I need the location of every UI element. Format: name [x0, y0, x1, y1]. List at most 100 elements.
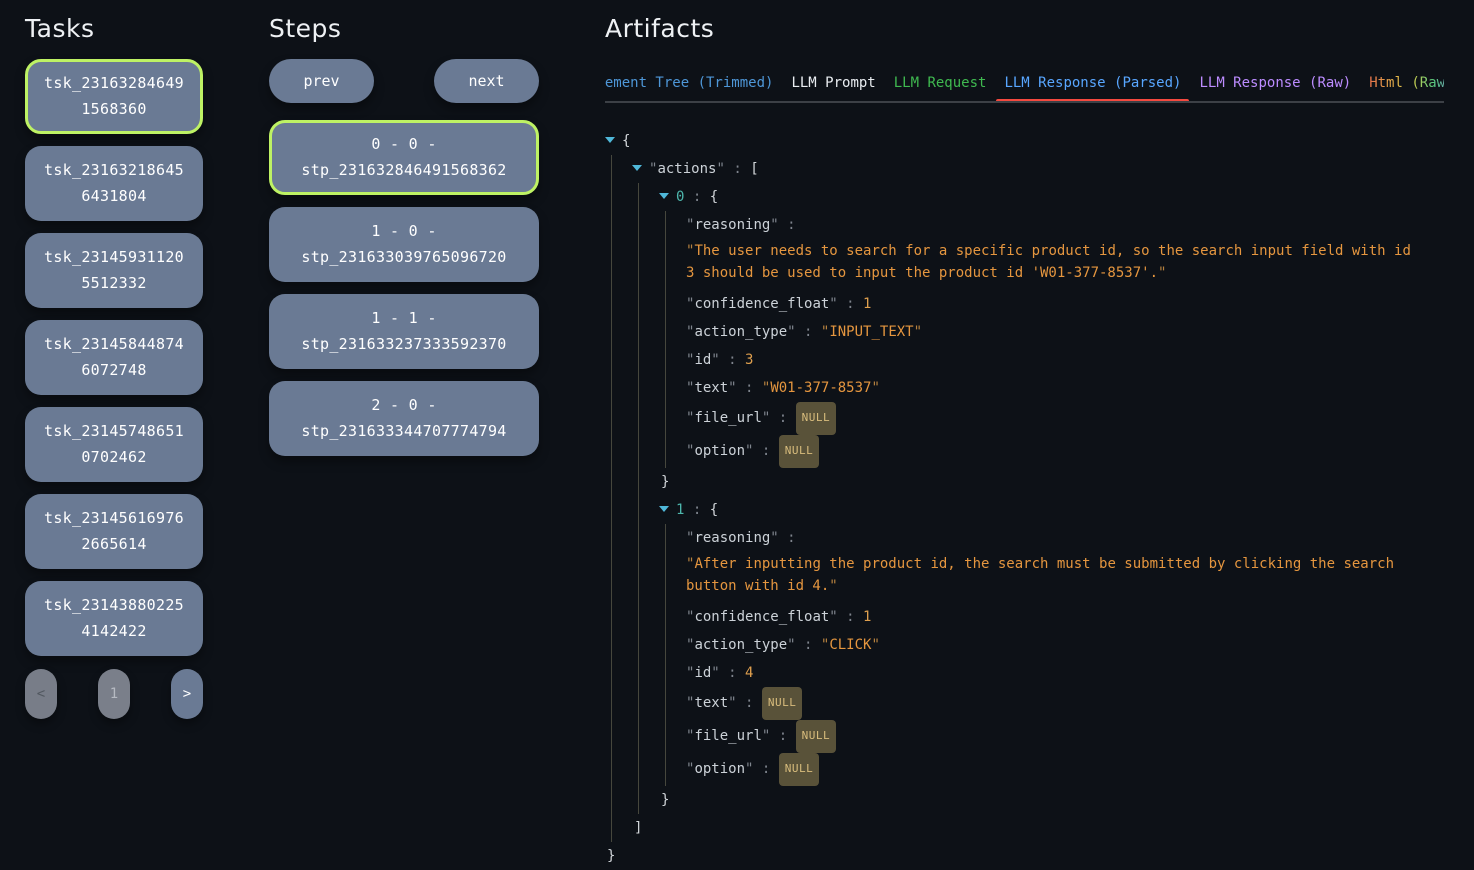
json-token: : — [753, 761, 778, 777]
json-key: id — [694, 352, 711, 368]
tab-element-tree-trimmed[interactable]: Element Tree (Trimmed) — [605, 67, 782, 101]
null-badge: NULL — [796, 720, 837, 753]
json-string-value: CLICK — [829, 637, 871, 653]
steps-next-button[interactable]: next — [434, 59, 539, 103]
pagination-page-button[interactable]: 1 — [98, 669, 130, 719]
step-label: 1 - 0 - stp_231633039765096720 — [288, 219, 520, 270]
collapse-toggle-icon[interactable] — [659, 506, 669, 512]
step-button[interactable]: 2 - 0 - stp_231633344707774794 — [269, 381, 539, 456]
json-token: : — [779, 530, 796, 546]
json-token: " — [871, 637, 879, 653]
json-row: "option" : NULL — [686, 435, 1444, 468]
json-token: { — [710, 502, 718, 518]
step-button[interactable]: 0 - 0 - stp_231632846491568362 — [269, 120, 539, 195]
pagination-next-button[interactable]: > — [171, 669, 203, 719]
step-label: 2 - 0 - stp_231633344707774794 — [288, 393, 520, 444]
json-row: { — [605, 127, 1444, 155]
json-token: " — [728, 380, 736, 396]
task-button[interactable]: tsk_231632186456431804 — [25, 146, 203, 221]
steps-prev-button[interactable]: prev — [269, 59, 374, 103]
task-button[interactable]: tsk_231456169762665614 — [25, 494, 203, 569]
json-token: : — [770, 728, 795, 744]
tasks-title: Tasks — [25, 14, 203, 43]
json-key: reasoning — [694, 217, 770, 233]
task-button[interactable]: tsk_231438802254142422 — [25, 581, 203, 656]
json-children: "reasoning" : "The user needs to search … — [665, 211, 1444, 468]
json-node: "text" : NULL — [686, 687, 1444, 720]
collapse-toggle-icon[interactable] — [659, 193, 669, 199]
json-node: "id" : 3 — [686, 346, 1444, 374]
json-token: : — [737, 695, 762, 711]
json-node: "file_url" : NULL — [686, 720, 1444, 753]
steps-panel: Steps prev next 0 - 0 - stp_231632846491… — [269, 12, 539, 800]
json-key: option — [694, 761, 745, 777]
json-string-value: W01-377-8537 — [770, 380, 871, 396]
task-list: tsk_231632846491568360 tsk_2316321864564… — [25, 59, 203, 656]
json-token: : — [796, 637, 821, 653]
collapse-toggle-icon[interactable] — [632, 165, 642, 171]
json-token: ] — [634, 820, 642, 836]
json-row: "confidence_float" : 1 — [686, 290, 1444, 318]
tab-html-raw[interactable]: Html (Raw) — [1360, 67, 1444, 101]
json-key: text — [694, 695, 728, 711]
json-node: "reasoning" : "The user needs to search … — [686, 211, 1444, 290]
json-key: action_type — [694, 324, 787, 340]
step-button[interactable]: 1 - 1 - stp_231633237333592370 — [269, 294, 539, 369]
task-button[interactable]: tsk_231458448746072748 — [25, 320, 203, 395]
json-token: : — [770, 410, 795, 426]
null-badge: NULL — [796, 402, 837, 435]
json-token: " — [716, 161, 724, 177]
json-key: file_url — [694, 410, 761, 426]
pagination-prev-button[interactable]: < — [25, 669, 57, 719]
json-number-value: 3 — [745, 352, 753, 368]
json-string-value: "After inputting the product id, the sea… — [686, 552, 1426, 603]
json-row: 0 : { — [659, 183, 1444, 211]
task-id-label: tsk_231632846491568360 — [44, 71, 184, 122]
json-token: " — [770, 217, 778, 233]
json-token: " — [711, 352, 719, 368]
task-button[interactable]: tsk_231632846491568360 — [25, 59, 203, 134]
task-button[interactable]: tsk_231457486510702462 — [25, 407, 203, 482]
json-row: "text" : "W01-377-8537" — [686, 374, 1444, 402]
tab-llm-response-raw[interactable]: LLM Response (Raw) — [1190, 67, 1360, 101]
json-row: } — [661, 468, 1444, 496]
task-id-label: tsk_231457486510702462 — [44, 419, 184, 470]
task-button[interactable]: tsk_231459311205512332 — [25, 233, 203, 308]
json-row: ] — [634, 814, 1444, 842]
step-button[interactable]: 1 - 0 - stp_231633039765096720 — [269, 207, 539, 282]
null-badge: NULL — [779, 753, 820, 786]
json-token: : — [779, 217, 796, 233]
json-token: } — [661, 792, 669, 808]
json-key: action_type — [694, 637, 787, 653]
json-node: "id" : 4 — [686, 659, 1444, 687]
json-node: "file_url" : NULL — [686, 402, 1444, 435]
json-token: " — [711, 665, 719, 681]
json-node: "confidence_float" : 1 — [686, 603, 1444, 631]
null-badge: NULL — [762, 687, 803, 720]
json-node: "option" : NULL — [686, 435, 1444, 468]
tab-llm-prompt[interactable]: LLM Prompt — [782, 67, 884, 101]
collapse-toggle-icon[interactable] — [605, 137, 615, 143]
json-token: " — [914, 324, 922, 340]
json-row: "option" : NULL — [686, 753, 1444, 786]
json-token: " — [871, 380, 879, 396]
tasks-panel: Tasks tsk_231632846491568360 tsk_2316321… — [25, 12, 203, 800]
json-number-value: 1 — [863, 296, 871, 312]
json-node: {"actions" : [0 : {"reasoning" : "The us… — [605, 127, 1444, 870]
tasks-pagination: < 1 > — [25, 669, 203, 719]
json-key: file_url — [694, 728, 761, 744]
json-row: "confidence_float" : 1 — [686, 603, 1444, 631]
json-key: option — [694, 443, 745, 459]
task-id-label: tsk_231459311205512332 — [44, 245, 184, 296]
null-badge: NULL — [779, 435, 820, 468]
steps-nav: prev next — [269, 59, 539, 103]
json-node: "option" : NULL — [686, 753, 1444, 786]
tab-llm-response-parsed[interactable]: LLM Response (Parsed) — [995, 67, 1190, 101]
artifacts-tab-bar: Element Tree (Trimmed)LLM PromptLLM Requ… — [605, 67, 1444, 103]
json-token: " — [787, 324, 795, 340]
tab-llm-request[interactable]: LLM Request — [885, 67, 996, 101]
json-node: "confidence_float" : 1 — [686, 290, 1444, 318]
json-token: { — [710, 189, 718, 205]
json-row: "action_type" : "CLICK" — [686, 631, 1444, 659]
json-key: confidence_float — [694, 609, 829, 625]
